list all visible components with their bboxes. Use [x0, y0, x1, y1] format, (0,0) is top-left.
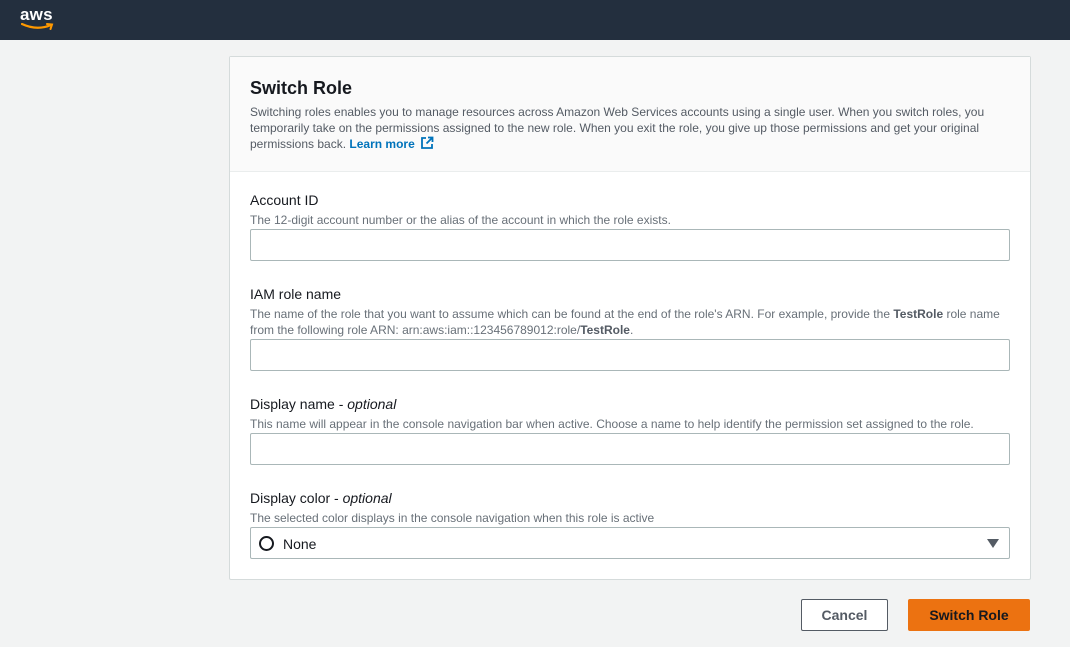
aws-logo[interactable]: aws: [20, 4, 56, 34]
account-id-label: Account ID: [250, 192, 319, 208]
caret-down-icon: [987, 539, 999, 548]
display-color-select[interactable]: None: [250, 527, 1010, 559]
account-id-hint: The 12-digit account number or the alias…: [250, 213, 671, 227]
radio-empty-icon: [259, 536, 274, 551]
role-name-hint: The name of the role that you want to as…: [250, 306, 1010, 338]
page-title: Switch Role: [250, 78, 353, 98]
panel-description: Switching roles enables you to manage re…: [250, 104, 1010, 152]
role-name-hint-bold-2: TestRole: [580, 323, 630, 337]
display-name-label-text: Display name -: [250, 396, 348, 412]
display-name-field: Display name - optional This name will a…: [250, 395, 1010, 432]
cancel-button[interactable]: Cancel: [801, 599, 888, 631]
aws-smile-icon: [21, 23, 54, 30]
role-name-hint-text-3: .: [629, 323, 634, 337]
role-name-hint-text: The name of the role that you want to as…: [250, 307, 894, 321]
aws-logo-text: aws: [20, 5, 53, 24]
display-color-field: Display color - optional The selected co…: [250, 489, 1010, 526]
role-name-hint-bold: TestRole: [893, 307, 944, 321]
display-name-optional: optional: [347, 396, 397, 412]
display-color-label-text: Display color -: [250, 490, 343, 506]
display-color-label: Display color - optional: [250, 489, 1010, 507]
role-name-field: IAM role name The name of the role that …: [250, 285, 1010, 338]
top-navigation-bar: aws: [0, 0, 1070, 40]
switch-role-panel: Switch Role Switching roles enables you …: [229, 56, 1031, 580]
account-id-field: Account ID The 12-digit account number o…: [250, 191, 1010, 228]
learn-more-label: Learn more: [349, 137, 415, 151]
display-name-hint: This name will appear in the console nav…: [250, 417, 974, 431]
display-color-hint: The selected color displays in the conso…: [250, 511, 655, 525]
external-link-icon: [421, 136, 434, 149]
display-color-optional: optional: [342, 490, 392, 506]
display-name-input[interactable]: [250, 433, 1010, 465]
role-name-input[interactable]: [250, 339, 1010, 371]
account-id-input[interactable]: [250, 229, 1010, 261]
learn-more-link[interactable]: Learn more: [349, 136, 434, 151]
switch-role-button[interactable]: Switch Role: [908, 599, 1030, 631]
panel-header: Switch Role Switching roles enables you …: [230, 57, 1030, 172]
display-color-selected: None: [283, 536, 317, 552]
role-name-label: IAM role name: [250, 286, 342, 302]
display-name-label: Display name - optional: [250, 395, 1010, 413]
